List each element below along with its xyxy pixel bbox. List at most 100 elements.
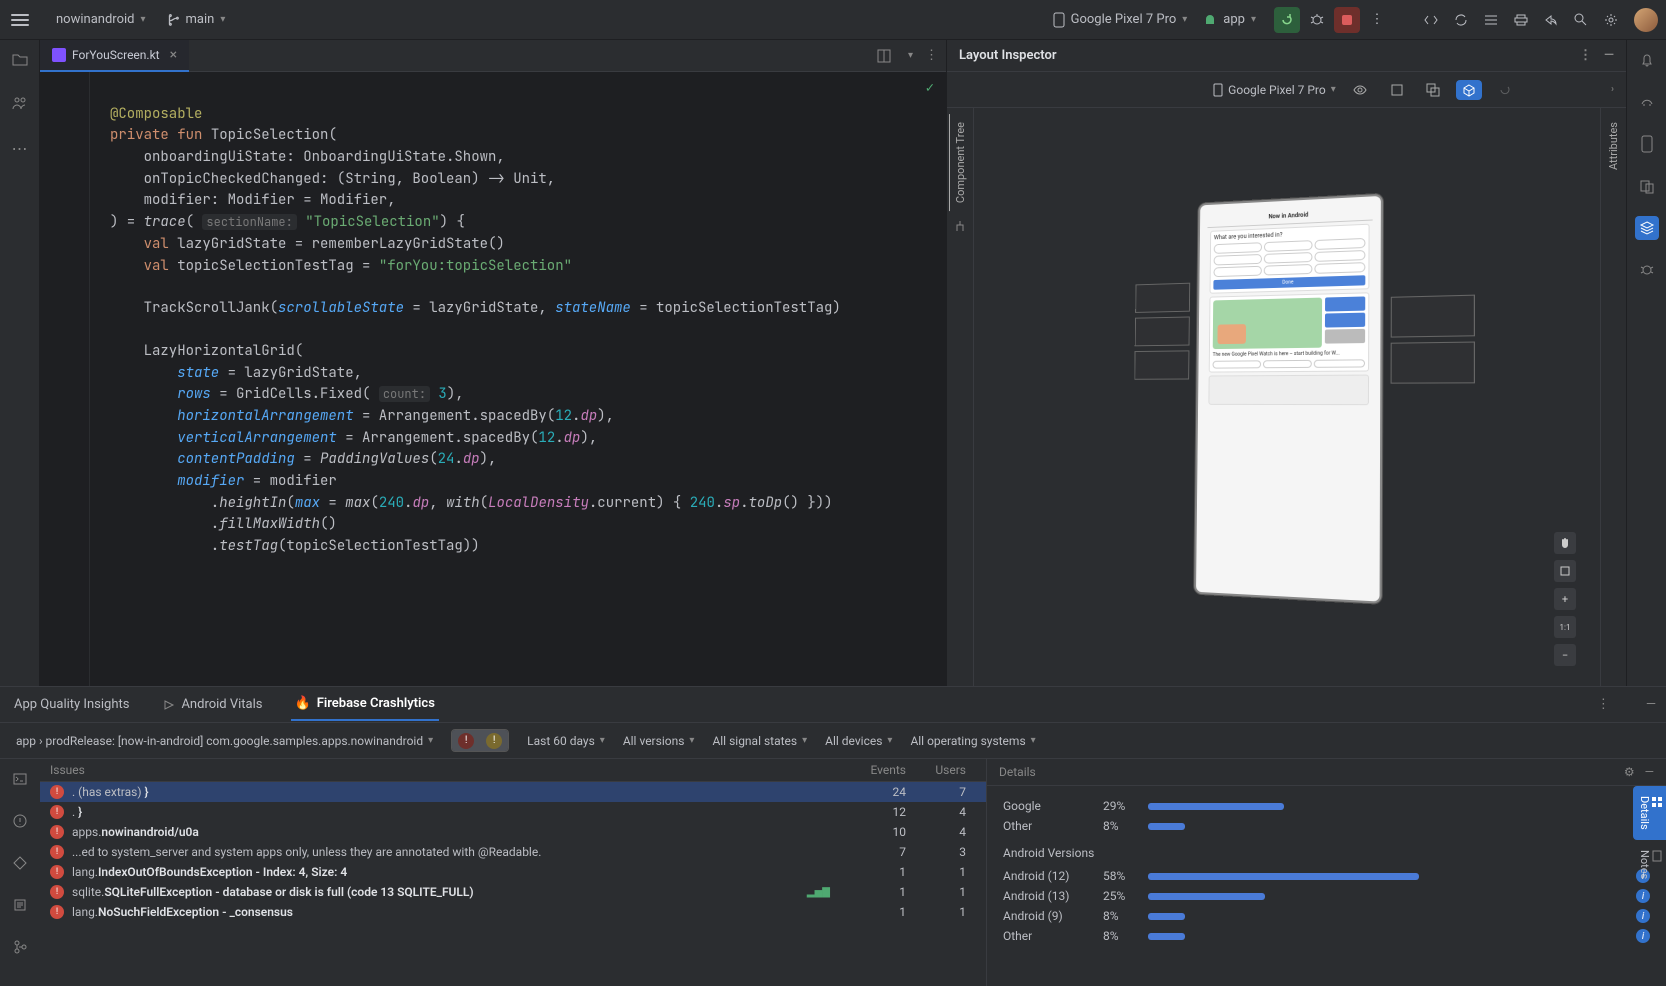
side-tab-label: Notes [1638,850,1651,879]
stop-button[interactable] [1334,7,1360,33]
issue-row[interactable]: ! lang.NoSuchFieldException - _consensus… [40,902,986,922]
side-tab-details[interactable]: Details [1633,786,1666,840]
days-filter[interactable]: Last 60 days▾ [527,734,605,748]
chevron-right-icon[interactable]: › [1611,84,1614,95]
run-config-selector[interactable]: app ▾ [1203,12,1256,27]
settings-button[interactable] [1598,7,1624,33]
issue-row[interactable]: ! lang.IndexOutOfBoundsException - Index… [40,862,986,882]
tab-firebase-crashlytics[interactable]: 🔥 Firebase Crashlytics [291,688,439,721]
zoom-out-button[interactable]: − [1554,644,1576,666]
devices-filter[interactable]: All devices▾ [825,734,892,748]
gradle-button[interactable] [1635,90,1659,114]
layout-inspector-button[interactable] [1635,216,1659,240]
structure-tool-button[interactable] [8,92,32,116]
tool-btn-1[interactable] [1418,7,1444,33]
kebab-icon[interactable]: ⋮ [1597,697,1610,712]
people-icon [11,95,29,113]
zoom-in-button[interactable]: + [1554,588,1576,610]
device-manager-button[interactable] [1635,132,1659,156]
app-filter[interactable]: app › prodRelease: [now-in-android] com.… [16,734,433,748]
vcs-button[interactable] [8,935,32,959]
project-tool-button[interactable] [8,48,32,72]
chevron-down-icon[interactable]: ▾ [908,50,913,61]
issue-events: 1 [836,865,906,879]
signals-filter[interactable]: All signal states▾ [712,734,807,748]
inspector-device-selector[interactable]: Google Pixel 7 Pro ▾ [1213,83,1336,97]
os-filter[interactable]: All operating systems▾ [910,734,1035,748]
fit-button[interactable] [1554,560,1576,582]
tool-btn-2[interactable] [1448,7,1474,33]
refresh-inspector-button[interactable] [1492,80,1518,100]
code-editor[interactable]: ✓@Composableprivate fun TopicSelection( … [40,72,946,686]
kebab-icon[interactable]: ⋮ [925,48,938,63]
snapshot-button[interactable] [1384,80,1410,100]
chevron-down-icon: ▾ [428,735,433,746]
gear-icon[interactable]: ⚙ [1624,765,1635,779]
terminal-button[interactable] [8,767,32,791]
split-view-button[interactable] [872,44,896,68]
tool-btn-3[interactable] [1478,7,1504,33]
close-tab-button[interactable]: × [170,47,177,63]
tool-btn-4[interactable] [1508,7,1534,33]
tool-btn-5[interactable] [1538,7,1564,33]
kebab-icon[interactable]: ⋮ [1579,48,1592,63]
wireframe-layer [1391,342,1475,384]
file-tab[interactable]: ForYouScreen.kt × [40,40,189,72]
zoom-1-1-button[interactable]: 1:1 [1554,616,1576,638]
notifications-button[interactable] [1635,48,1659,72]
info-icon[interactable]: i [1636,909,1650,923]
phone-news-title: The new Google Pixel Watch is here – sta… [1213,350,1365,358]
issue-row[interactable]: ! sqlite.SQLiteFullException - database … [40,882,986,902]
running-devices-button[interactable] [1635,174,1659,198]
issue-row[interactable]: ! . (has extras) } 24 7 [40,782,986,802]
code-content[interactable]: ✓@Composableprivate fun TopicSelection( … [90,72,946,686]
log-icon [12,897,28,913]
more-tool-button[interactable]: ⋯ [8,136,32,160]
versions-filter[interactable]: All versions▾ [623,734,695,748]
main-area: ⋯ ForYouScreen.kt × ▾ ⋮ ✓@Composablepriv… [0,40,1666,686]
debug-button[interactable] [1304,7,1330,33]
inspector-canvas[interactable]: Now in Android What are you interested i… [974,108,1600,686]
more-actions-button[interactable]: ⋮ [1364,7,1390,33]
issue-name: sqlite.SQLiteFullException - database or… [72,885,807,899]
minimize-icon[interactable]: — [1646,697,1656,712]
project-selector[interactable]: nowinandroid ▾ [56,12,146,27]
device-selector[interactable]: Google Pixel 7 Pro ▾ [1053,12,1188,28]
profiler-button[interactable] [8,851,32,875]
tab-android-vitals[interactable]: Android Vitals [157,689,266,720]
info-icon[interactable]: i [1636,889,1650,903]
search-button[interactable] [1568,7,1594,33]
minimize-icon[interactable]: — [1645,765,1654,779]
issue-name: . } [72,805,836,819]
export-button[interactable] [1420,80,1446,100]
git-branch-selector[interactable]: main ▾ [166,12,226,27]
devices-label: All devices [825,734,882,748]
main-menu-button[interactable] [8,8,32,32]
device-mockup: Now in Android What are you interested i… [1194,194,1383,604]
user-avatar[interactable] [1634,8,1658,32]
emulator-button[interactable] [1635,258,1659,282]
issue-row[interactable]: ! . } 12 4 [40,802,986,822]
severity-error[interactable]: ! [452,730,480,751]
tab-app-quality-insights[interactable]: App Quality Insights [10,689,133,720]
versions-label: All versions [623,734,685,748]
severity-toggle[interactable]: ! ! [451,729,509,752]
side-tab-notes[interactable]: Notes [1633,840,1666,889]
info-icon[interactable]: i [1636,929,1650,943]
rotate-3d-button[interactable] [1456,80,1482,100]
issue-row[interactable]: ! apps.nowinandroid/u0a 10 4 [40,822,986,842]
stat-bar-bg [1148,823,1616,830]
attributes-tab[interactable]: Attributes [1600,108,1626,686]
minimize-icon[interactable]: — [1604,48,1614,63]
logcat-button[interactable] [8,893,32,917]
error-icon: ! [50,805,64,819]
run-button[interactable] [1274,7,1300,33]
gradle-icon [1639,94,1655,110]
severity-warning[interactable]: ! [480,730,508,751]
toggle-live-button[interactable] [1346,79,1374,101]
problems-button[interactable] [8,809,32,833]
component-tree-tab[interactable]: Component Tree [947,108,974,686]
chevron-down-icon: ▾ [802,735,807,746]
issue-row[interactable]: ! ...ed to system_server and system apps… [40,842,986,862]
pan-button[interactable] [1554,532,1576,554]
